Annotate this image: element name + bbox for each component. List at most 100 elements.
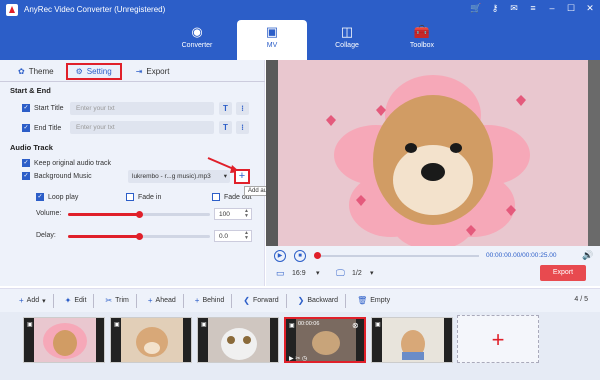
clip-image: ▣ <box>372 318 452 362</box>
volume-slider-knob[interactable] <box>136 211 143 218</box>
maximize-icon[interactable]: ☐ <box>565 2 577 14</box>
feedback-icon[interactable]: ✉ <box>508 2 520 14</box>
collage-icon: ◫ <box>340 24 354 39</box>
end-title-align-button[interactable]: ⁝ <box>236 121 249 134</box>
add-clip-button[interactable]: + <box>457 315 539 363</box>
end-title-row: ✓ End Title <box>22 124 62 132</box>
trim-button[interactable]: ✂ Trim <box>98 293 137 308</box>
fade-in-row: Fade in <box>126 193 161 201</box>
clip-image: ▣ <box>198 318 278 362</box>
edit-button[interactable]: ✦ Edit <box>58 293 95 308</box>
add-button[interactable]: + Add ▾ <box>12 293 54 308</box>
keep-original-checkbox[interactable]: ✓ <box>22 159 30 167</box>
behind-icon: + <box>194 296 200 305</box>
chevron-down-icon: ▾ <box>42 297 46 305</box>
svg-text:⊗: ⊗ <box>352 321 359 330</box>
volume-input[interactable]: 100 ▲ ▼ <box>214 208 252 220</box>
player-controls: ▶ ■ 00:00:00.00/00:00:25.00 🔊 ▭ 16:9 ▾ 🖵… <box>266 246 600 286</box>
converter-icon: ◉ <box>191 24 203 39</box>
fade-out-checkbox[interactable] <box>212 193 220 201</box>
plus-icon: + <box>19 296 24 305</box>
timeline-toolbar: + Add ▾ ✦ Edit ✂ Trim + Ahead + Behind ❮ Forwar… <box>0 288 600 312</box>
clip-thumbnail[interactable]: ▣ <box>197 317 279 363</box>
trash-icon: 🗑 <box>357 296 368 305</box>
volume-icon[interactable]: 🔊 <box>582 250 593 261</box>
end-title-checkbox[interactable]: ✓ <box>22 124 30 132</box>
background-music-checkbox[interactable]: ✓ <box>22 172 30 180</box>
tab-mv[interactable]: ▣ MV <box>237 20 307 60</box>
volume-slider[interactable] <box>68 211 210 218</box>
progress-knob[interactable] <box>314 252 321 259</box>
export-icon: ⇥ <box>135 66 143 76</box>
tab-setting[interactable]: ⚙ Setting <box>65 63 122 80</box>
backward-button[interactable]: ❯ Backward <box>291 293 347 308</box>
loop-play-checkbox[interactable]: ✓ <box>36 193 44 201</box>
minimize-icon[interactable]: – <box>546 2 558 14</box>
forward-icon: ❮ <box>243 296 250 305</box>
delay-slider-knob[interactable] <box>136 233 143 240</box>
loop-play-row: ✓ Loop play <box>36 193 79 201</box>
add-audio-button[interactable]: + <box>234 169 250 184</box>
end-title-font-button[interactable]: T <box>219 121 232 134</box>
start-end-heading: Start & End <box>10 86 51 95</box>
svg-text:▣: ▣ <box>375 322 381 328</box>
clip-thumbnail[interactable]: ▣ <box>23 317 105 363</box>
keep-original-row: ✓ Keep original audio track <box>22 159 112 167</box>
clip-thumbnail[interactable]: ▣ <box>110 317 192 363</box>
gear-icon: ⚙ <box>75 67 83 76</box>
svg-text:▣: ▣ <box>201 322 207 328</box>
menu-icon[interactable]: ≡ <box>527 2 539 14</box>
volume-stepper-icon[interactable]: ▲ ▼ <box>244 209 249 219</box>
sub-tabs: ✿ Theme ⚙ Setting ⇥ Export <box>0 60 265 82</box>
start-title-checkbox[interactable]: ✓ <box>22 104 30 112</box>
fade-in-checkbox[interactable] <box>126 193 134 201</box>
play-icon[interactable]: ▶ <box>274 250 286 262</box>
clip-duration: 00:00:06 <box>298 321 320 327</box>
page-dropdown-icon[interactable]: ▾ <box>370 269 374 277</box>
delay-slider-fill <box>68 235 139 238</box>
stop-icon[interactable]: ■ <box>294 250 306 262</box>
behind-button[interactable]: + Behind <box>188 293 233 308</box>
aspect-ratio-value: 16:9 <box>292 270 306 277</box>
forward-button[interactable]: ❮ Forward <box>236 293 287 308</box>
start-title-align-button[interactable]: ⁝ <box>236 102 249 115</box>
monitor-icon: 🖵 <box>336 268 345 278</box>
empty-button[interactable]: 🗑 Empty <box>350 294 397 308</box>
key-icon[interactable]: ⚷ <box>489 2 501 14</box>
start-title-input[interactable]: Enter your txt <box>70 102 214 115</box>
volume-label: Volume: <box>36 210 62 217</box>
volume-slider-fill <box>68 213 139 216</box>
main-nav: ◉ Converter ▣ MV ◫ Collage 🧰 Toolbox <box>162 20 458 60</box>
tab-collage[interactable]: ◫ Collage <box>312 20 382 60</box>
delay-slider[interactable] <box>68 233 210 240</box>
progress-bar[interactable] <box>314 252 479 259</box>
start-title-row: ✓ Start Title <box>22 104 64 112</box>
edit-icon: ✦ <box>64 296 72 305</box>
cart-icon[interactable]: 🛒 <box>470 2 482 14</box>
tab-converter[interactable]: ◉ Converter <box>162 20 232 60</box>
tab-toolbox[interactable]: 🧰 Toolbox <box>387 20 457 60</box>
start-title-font-button[interactable]: T <box>219 102 232 115</box>
delay-stepper-icon[interactable]: ▲ ▼ <box>244 231 249 241</box>
aspect-ratio-dropdown-icon[interactable]: ▾ <box>316 269 320 277</box>
app-title: AnyRec Video Converter (Unregistered) <box>24 5 166 14</box>
svg-text:▶ ✂ ◷: ▶ ✂ ◷ <box>289 356 307 362</box>
clip-thumbnail[interactable]: ▣ <box>371 317 453 363</box>
svg-text:▣: ▣ <box>289 323 295 329</box>
ahead-button[interactable]: + Ahead <box>141 293 184 308</box>
tab-export[interactable]: ⇥ Export <box>128 60 178 82</box>
end-title-input[interactable]: Enter your txt <box>70 121 214 134</box>
tab-theme[interactable]: ✿ Theme <box>10 60 62 82</box>
export-button[interactable]: Export <box>540 265 586 281</box>
preview-image <box>266 60 600 246</box>
close-icon[interactable]: ✕ <box>584 2 596 14</box>
scissors-icon: ✂ <box>105 296 113 305</box>
mv-icon: ▣ <box>265 24 279 39</box>
delay-input[interactable]: 0.0 ▲ ▼ <box>214 230 252 242</box>
video-preview[interactable] <box>266 60 600 246</box>
page-value: 1/2 <box>352 270 362 277</box>
delay-label: Delay: <box>36 232 56 239</box>
theme-icon: ✿ <box>18 66 25 76</box>
ahead-icon: + <box>147 296 153 305</box>
clip-thumbnail-selected[interactable]: ▣ ⊗ ▶ ✂ ◷ 00:00:06 <box>284 317 366 363</box>
